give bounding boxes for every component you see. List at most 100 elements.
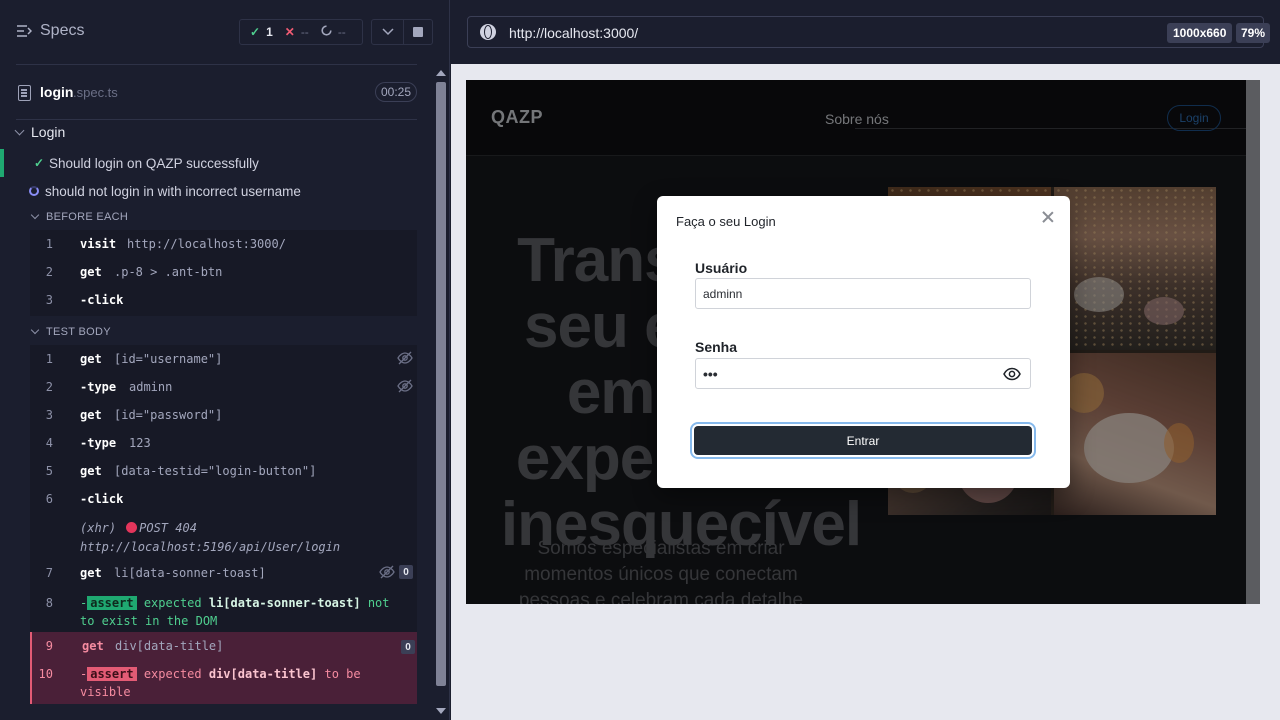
test-stats: ✓ 1 ✕ -- -- xyxy=(239,19,363,45)
failed-icon: ✕ xyxy=(284,25,295,39)
command-message: [id="username"] xyxy=(114,352,223,366)
url-text[interactable]: http://localhost:3000/ xyxy=(509,25,638,41)
status-dot-icon xyxy=(126,522,138,533)
toggle-auto-scroll-button[interactable] xyxy=(371,19,404,45)
stop-icon xyxy=(413,27,423,37)
username-input[interactable]: adminn xyxy=(695,278,1031,309)
command-number: 9 xyxy=(45,639,53,653)
browser-toolbar: http://localhost:3000/ 1000x660 79% xyxy=(451,0,1280,64)
command-message: div[data-title] xyxy=(115,639,224,653)
hook-label: TEST BODY xyxy=(46,326,111,338)
chevron-down-icon xyxy=(381,28,394,36)
failed-count: -- xyxy=(300,25,309,39)
scroll-thumb[interactable] xyxy=(436,82,446,686)
assert-text: to be xyxy=(324,667,361,681)
command-name: -click xyxy=(80,492,124,506)
assert-text: not xyxy=(367,596,390,610)
element-count-badge: 0 xyxy=(399,565,413,579)
command-number: 1 xyxy=(45,237,53,251)
submit-label: Entrar xyxy=(846,433,880,448)
file-icon xyxy=(18,85,31,101)
pending-icon xyxy=(321,25,332,39)
globe-icon xyxy=(480,24,496,40)
close-icon[interactable] xyxy=(1041,210,1055,224)
spec-file-header: login .spec.ts 00:25 xyxy=(0,65,432,119)
command-number: 2 xyxy=(45,265,53,279)
command-message: .p-8 > .ant-btn xyxy=(114,265,223,279)
passed-count: 1 xyxy=(266,25,273,39)
test-title: should not login in with incorrect usern… xyxy=(45,183,301,199)
command-number: 3 xyxy=(45,293,53,307)
failed-command-block: 9 get div[data-title] 0 10 - assert expec… xyxy=(30,632,417,704)
spec-file-ext: .spec.ts xyxy=(73,85,118,100)
specs-button[interactable]: Specs xyxy=(16,22,84,40)
specs-label: Specs xyxy=(40,22,85,39)
command-number: 10 xyxy=(38,667,53,681)
assert-tag: assert xyxy=(87,667,137,681)
divider xyxy=(16,119,417,120)
command-message: http://localhost:3000/ xyxy=(127,237,286,251)
stop-button[interactable] xyxy=(403,19,433,45)
assert-expected: expected xyxy=(143,667,202,681)
password-label: Senha xyxy=(695,339,738,355)
url-bar[interactable]: http://localhost:3000/ 1000x660 79% xyxy=(467,16,1271,48)
command-name: get xyxy=(80,566,102,580)
assert-text: visible xyxy=(80,685,131,699)
chevron-down-icon xyxy=(14,125,25,135)
viewport-size-badge[interactable]: 1000x660 xyxy=(1167,23,1233,43)
assert-text: to exist in the DOM xyxy=(80,614,218,628)
run-duration: 00:25 xyxy=(375,82,417,102)
specs-menu-icon xyxy=(17,25,32,37)
login-modal: Faça o seu Login Usuário adminn Senha ••… xyxy=(657,196,1070,488)
check-icon: ✓ xyxy=(34,156,45,170)
aut-scroll-edge xyxy=(1246,80,1260,604)
command-name: get xyxy=(80,265,102,279)
command-number: 8 xyxy=(45,596,53,610)
test-body-hook[interactable]: TEST BODY xyxy=(30,325,111,338)
command-number: 3 xyxy=(45,408,53,422)
command-number: 4 xyxy=(45,436,53,450)
eye-icon[interactable] xyxy=(1003,367,1021,381)
reporter-header: Specs ✓ 1 ✕ -- -- xyxy=(0,0,450,64)
command-name: visit xyxy=(80,237,117,251)
pending-count: -- xyxy=(337,25,346,39)
passed-icon: ✓ xyxy=(250,25,261,39)
suite-label: Login xyxy=(31,124,66,140)
application-under-test: QAZP Sobre nós Login Transforme seu even… xyxy=(466,80,1260,604)
zoom-level-badge[interactable]: 79% xyxy=(1236,23,1271,43)
reporter-scrollbar[interactable] xyxy=(433,64,449,720)
chevron-down-icon xyxy=(30,325,40,335)
test-passed[interactable]: ✓ Should login on QAZP successfully xyxy=(0,149,432,177)
assert-subject: li[data-sonner-toast] xyxy=(208,596,361,610)
test-body-commands: 1 get [id="username"] 2 -type adminn 3 g… xyxy=(30,345,417,632)
scroll-down-arrow-icon[interactable] xyxy=(436,708,446,714)
command-number: 6 xyxy=(45,492,53,506)
spec-file-name: login xyxy=(40,84,74,100)
app-preview-pane: http://localhost:3000/ 1000x660 79% QAZP… xyxy=(451,0,1280,720)
command-number: 5 xyxy=(45,464,53,478)
command-number: 1 xyxy=(45,352,53,366)
command-name: get xyxy=(82,639,104,653)
password-input[interactable]: ••• xyxy=(695,358,1031,389)
assert-tag: assert xyxy=(87,596,137,610)
before-each-hook[interactable]: BEFORE EACH xyxy=(30,210,129,223)
modal-title: Faça o seu Login xyxy=(676,214,776,229)
assert-expected: expected xyxy=(143,596,202,610)
eye-slash-icon xyxy=(397,351,413,365)
eye-slash-icon xyxy=(397,379,413,393)
element-count-badge: 0 xyxy=(401,640,415,654)
command-message: [id="password"] xyxy=(114,408,223,422)
command-number: 7 xyxy=(45,566,53,580)
xhr-method: POST 404 xyxy=(139,521,197,535)
command-name: -type xyxy=(80,436,117,450)
command-message: adminn xyxy=(129,380,173,394)
suite-title[interactable]: Login xyxy=(14,124,66,140)
xhr-log[interactable]: (xhr) POST 404 http://localhost:5196/api/… xyxy=(80,519,340,557)
username-value: adminn xyxy=(703,286,743,301)
hook-label: BEFORE EACH xyxy=(46,211,129,223)
login-submit-button[interactable]: Entrar xyxy=(694,426,1032,455)
spinner-icon xyxy=(29,186,39,196)
test-running[interactable]: should not login in with incorrect usern… xyxy=(0,177,432,205)
username-label: Usuário xyxy=(695,260,748,276)
scroll-up-arrow-icon[interactable] xyxy=(436,70,446,76)
